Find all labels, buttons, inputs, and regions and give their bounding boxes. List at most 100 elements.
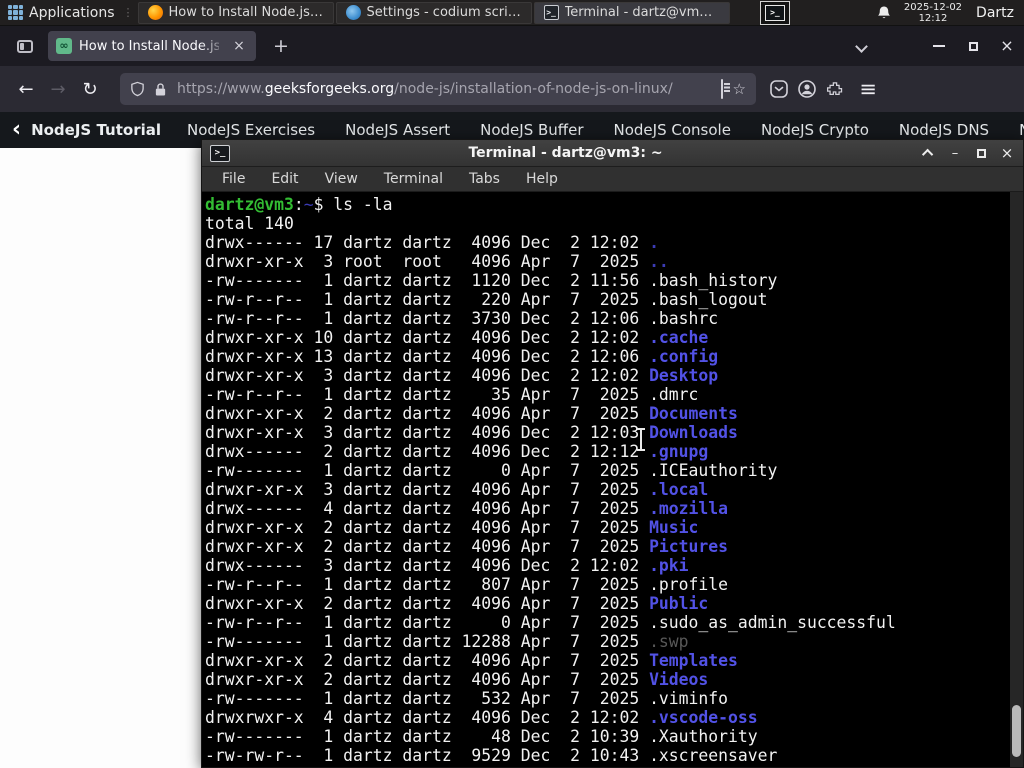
- minimize-icon: [933, 45, 945, 47]
- lock-icon[interactable]: [154, 82, 167, 97]
- terminal-output-line: -rw-r--r-- 1 dartz dartz 807 Apr 7 2025 …: [205, 575, 729, 594]
- desktop: Applications ⋮ How to Install Node.js o.…: [0, 0, 1024, 768]
- list-all-tabs-button[interactable]: [844, 31, 878, 61]
- terminal-titlebar[interactable]: >_ Terminal - dartz@vm3: ~ – ×: [202, 140, 1023, 167]
- tray-terminal-icon[interactable]: >_: [759, 0, 790, 25]
- terminal-shade-button[interactable]: [921, 145, 937, 161]
- terminal-menu-view[interactable]: View: [325, 171, 358, 187]
- url-text: https://www.geeksforgeeks.org/node-js/in…: [177, 81, 711, 97]
- terminal-menu-terminal[interactable]: Terminal: [384, 171, 443, 187]
- chevron-down-icon: [854, 39, 868, 53]
- window-maximize-button[interactable]: [956, 31, 990, 61]
- clock-date: 2025-12-02: [903, 1, 963, 13]
- subnav-link[interactable]: NodeJS Crypto: [761, 121, 869, 139]
- pocket-button[interactable]: [768, 78, 790, 100]
- browser-tab[interactable]: ∞ How to Install Node.js on ×: [48, 31, 256, 61]
- window-minimize-button[interactable]: [922, 31, 956, 61]
- taskbar-button-codium[interactable]: Settings - codium script...: [335, 1, 532, 24]
- terminal-output-line: drwx------ 2 dartz dartz 4096 Dec 2 12:1…: [205, 442, 709, 461]
- terminal-output-line: drwxr-xr-x 2 dartz dartz 4096 Apr 7 2025…: [205, 670, 709, 689]
- maximize-icon: [968, 41, 978, 51]
- navigation-toolbar: ← → ↻ https://www.geeksforgeeks.org/node…: [0, 66, 1024, 112]
- terminal-icon: >_: [543, 5, 559, 20]
- terminal-scrollbar-thumb[interactable]: [1012, 705, 1021, 757]
- terminal-output-line: drwxr-xr-x 2 dartz dartz 4096 Apr 7 2025…: [205, 537, 729, 556]
- user-menu[interactable]: Dartz: [976, 5, 1014, 21]
- tab-bar: ∞ How to Install Node.js on × + ×: [0, 26, 1024, 66]
- terminal-close-button[interactable]: ×: [999, 144, 1015, 162]
- url-bar[interactable]: https://www.geeksforgeeks.org/node-js/in…: [120, 73, 756, 105]
- panel-separator: ⋮: [122, 6, 134, 19]
- firefox-view-button[interactable]: [10, 33, 40, 59]
- terminal-minimize-button[interactable]: –: [947, 145, 963, 161]
- taskbar-button-label: How to Install Node.js o...: [168, 5, 324, 20]
- bookmark-star-button[interactable]: ☆: [733, 80, 746, 98]
- terminal-content[interactable]: dartz@vm3:~$ ls -la total 140 drwx------ 1…: [202, 192, 1023, 767]
- clock-time: 12:12: [918, 12, 948, 24]
- subnav-scroll-left[interactable]: ‹: [12, 117, 21, 142]
- terminal-output-line: drwx------ 3 dartz dartz 4096 Dec 2 12:0…: [205, 556, 689, 575]
- terminal-output-line: total 140: [205, 214, 294, 233]
- firefox-icon: [147, 5, 163, 20]
- url-prefix: https://www.: [177, 81, 265, 97]
- new-tab-button[interactable]: +: [268, 35, 294, 57]
- subnav-primary-link[interactable]: NodeJS Tutorial: [31, 121, 161, 139]
- maximize-icon: [976, 148, 986, 158]
- terminal-output-line: -rw------- 1 dartz dartz 1120 Dec 2 11:5…: [205, 271, 778, 290]
- tab-close-button[interactable]: ×: [230, 38, 248, 54]
- subnav-link[interactable]: NodeJS Assert: [345, 121, 450, 139]
- subnav-link-truncated[interactable]: Node: [1019, 121, 1024, 139]
- tracking-shield-icon[interactable]: [130, 81, 145, 97]
- terminal-output-line: drwxr-xr-x 3 dartz dartz 4096 Dec 2 12:0…: [205, 366, 719, 385]
- reader-mode-button[interactable]: [720, 79, 723, 99]
- terminal-maximize-button[interactable]: [973, 145, 989, 161]
- applications-label: Applications: [29, 4, 115, 21]
- terminal-output-line: drwxr-xr-x 2 dartz dartz 4096 Apr 7 2025…: [205, 518, 699, 537]
- mouse-cursor-ibeam: [636, 428, 646, 451]
- url-domain: geeksforgeeks.org: [264, 81, 395, 97]
- codium-icon: [345, 5, 361, 20]
- window-close-button[interactable]: ×: [990, 31, 1024, 61]
- terminal-output-line: -rw-rw-r-- 1 dartz dartz 9529 Dec 2 10:4…: [205, 746, 778, 765]
- taskbar-button-label: Settings - codium script...: [366, 5, 522, 20]
- subnav-link[interactable]: NodeJS Buffer: [480, 121, 583, 139]
- top-panel: Applications ⋮ How to Install Node.js o.…: [0, 0, 1024, 26]
- terminal-menubar: File Edit View Terminal Tabs Help: [202, 167, 1023, 192]
- app-menu-button[interactable]: ≡: [852, 73, 884, 105]
- terminal-output-line: -rw------- 1 dartz dartz 0 Apr 7 2025 .I…: [205, 461, 778, 480]
- terminal-output-line: -rw------- 1 dartz dartz 532 Apr 7 2025 …: [205, 689, 729, 708]
- terminal-output-line: drwxr-xr-x 10 dartz dartz 4096 Dec 2 12:…: [205, 328, 709, 347]
- terminal-output-line: -rw-r--r-- 1 dartz dartz 3730 Dec 2 12:0…: [205, 309, 719, 328]
- panel-clock[interactable]: 2025-12-02 12:12: [904, 2, 962, 24]
- terminal-menu-tabs[interactable]: Tabs: [469, 171, 500, 187]
- terminal-output-line: drwx------ 4 dartz dartz 4096 Apr 7 2025…: [205, 499, 729, 518]
- terminal-scrollbar[interactable]: [1010, 192, 1023, 767]
- taskbar-button-terminal[interactable]: >_ Terminal - dartz@vm3: ~: [533, 1, 730, 24]
- applications-menu-button[interactable]: Applications: [0, 0, 123, 26]
- account-button[interactable]: [796, 78, 818, 100]
- extensions-puzzle-button[interactable]: [824, 78, 846, 100]
- reload-button[interactable]: ↻: [74, 73, 106, 105]
- tab-title: How to Install Node.js on: [79, 38, 219, 54]
- terminal-output-line: drwxr-xr-x 3 dartz dartz 4096 Apr 7 2025…: [205, 480, 709, 499]
- terminal-menu-file[interactable]: File: [222, 171, 245, 187]
- taskbar-button-label: Terminal - dartz@vm3: ~: [564, 5, 720, 20]
- back-button[interactable]: ←: [10, 73, 42, 105]
- notification-bell-icon[interactable]: [876, 5, 892, 21]
- subnav-link[interactable]: NodeJS Console: [614, 121, 731, 139]
- terminal-title: Terminal - dartz@vm3: ~: [468, 145, 663, 161]
- terminal-output-line: drwxr-xr-x 13 dartz dartz 4096 Dec 2 12:…: [205, 347, 719, 366]
- terminal-output-line: -rw------- 1 dartz dartz 48 Dec 2 10:39 …: [205, 727, 758, 746]
- terminal-menu-edit[interactable]: Edit: [271, 171, 298, 187]
- terminal-output-line: drwxrwxr-x 4 dartz dartz 4096 Dec 2 12:0…: [205, 708, 758, 727]
- terminal-output-line: drwxr-xr-x 3 dartz dartz 4096 Dec 2 12:0…: [205, 423, 738, 442]
- terminal-output-line: drwxr-xr-x 3 root root 4096 Apr 7 2025 .…: [205, 252, 669, 271]
- chevron-up-icon: [921, 148, 934, 161]
- terminal-output-line: dartz@vm3:~$ ls -la: [205, 195, 393, 214]
- taskbar-button-firefox[interactable]: How to Install Node.js o...: [137, 1, 334, 24]
- url-path: /node-js/installation-of-node-js-on-linu…: [394, 81, 673, 97]
- applications-icon: [8, 5, 23, 20]
- subnav-link[interactable]: NodeJS DNS: [899, 121, 989, 139]
- terminal-menu-help[interactable]: Help: [526, 171, 558, 187]
- subnav-link[interactable]: NodeJS Exercises: [187, 121, 315, 139]
